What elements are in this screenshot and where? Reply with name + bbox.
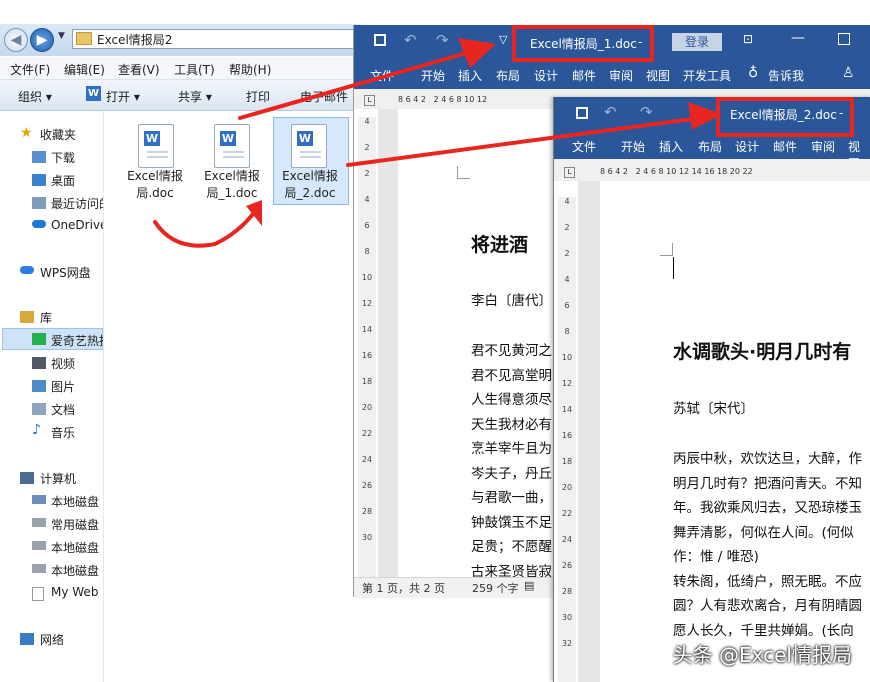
annotation-arrows (153, 38, 722, 248)
arrowhead (688, 102, 722, 130)
arrow-to-window2 (346, 116, 702, 167)
arrow-to-window1 (238, 50, 472, 120)
curved-arrow (153, 208, 258, 248)
watermark-text: 头条 @Excel情报局 (672, 643, 852, 667)
